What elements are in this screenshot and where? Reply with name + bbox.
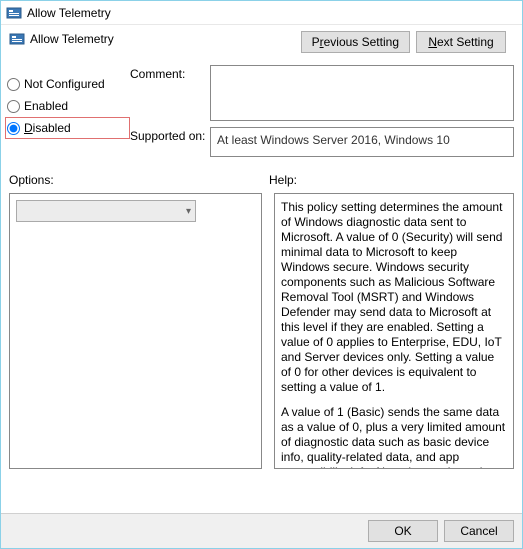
subheader: Allow Telemetry Previous Setting Next Se… <box>1 25 522 61</box>
supported-on-value: At least Windows Server 2016, Windows 10 <box>210 127 514 157</box>
help-label: Help: <box>269 173 514 187</box>
radio-label: Not Configured <box>24 77 105 91</box>
help-panel: This policy setting determines the amoun… <box>274 193 514 469</box>
ok-button[interactable]: OK <box>368 520 438 542</box>
columns: ▾ This policy setting determines the amo… <box>1 193 522 475</box>
radio-disabled-input[interactable] <box>7 122 20 135</box>
radio-enabled-input[interactable] <box>7 100 20 113</box>
comment-input[interactable] <box>210 65 514 121</box>
policy-icon <box>6 5 22 21</box>
state-radio-group: Not Configured Enabled Disabled <box>5 65 130 163</box>
footer: OK Cancel <box>1 513 522 548</box>
previous-setting-button[interactable]: Previous Setting <box>301 31 410 53</box>
config-area: Not Configured Enabled Disabled Comment:… <box>1 61 522 167</box>
options-label: Options: <box>9 173 269 187</box>
radio-enabled[interactable]: Enabled <box>5 95 130 117</box>
cancel-button[interactable]: Cancel <box>444 520 514 542</box>
chevron-down-icon: ▾ <box>186 206 191 217</box>
radio-not-configured-input[interactable] <box>7 78 20 91</box>
radio-label: Disabled <box>24 121 71 135</box>
supported-on-label: Supported on: <box>130 127 210 157</box>
radio-disabled[interactable]: Disabled <box>5 117 130 139</box>
options-dropdown[interactable]: ▾ <box>16 200 196 222</box>
help-paragraph: A value of 1 (Basic) sends the same data… <box>281 405 507 469</box>
window-title: Allow Telemetry <box>27 6 111 20</box>
page-title: Allow Telemetry <box>30 32 114 46</box>
policy-icon <box>9 31 25 47</box>
help-paragraph: This policy setting determines the amoun… <box>281 200 507 395</box>
options-panel: ▾ <box>9 193 262 469</box>
titlebar: Allow Telemetry <box>1 1 522 25</box>
radio-label: Enabled <box>24 99 68 113</box>
radio-not-configured[interactable]: Not Configured <box>5 73 130 95</box>
comment-label: Comment: <box>130 65 210 121</box>
next-setting-button[interactable]: Next Setting <box>416 31 506 53</box>
columns-header: Options: Help: <box>1 167 522 193</box>
